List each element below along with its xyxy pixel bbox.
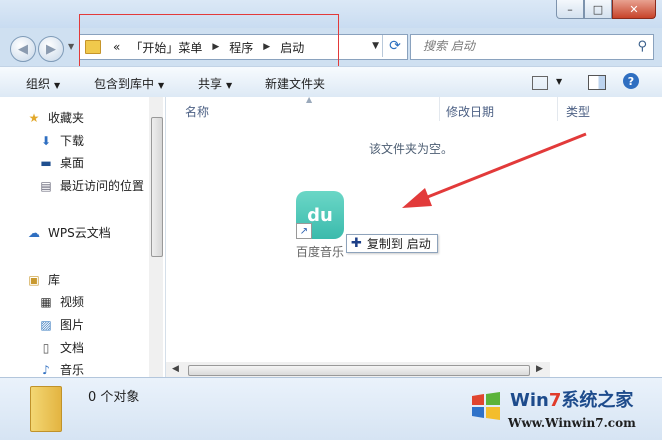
download-folder-icon: ⬇ — [40, 133, 52, 148]
navigation-bar: ◀ ▶ ▼ « 「开始」菜单 ▶ 程序 ▶ 启动 ▼ ⟳ ⚲ — [0, 28, 662, 62]
sidebar-item-videos[interactable]: ▦ 视频 — [38, 293, 84, 310]
breadcrumb-start-menu[interactable]: 「开始」菜单 — [130, 39, 202, 56]
minimize-button[interactable]: – — [556, 0, 584, 19]
address-history-dropdown[interactable]: ▼ — [372, 41, 379, 51]
preview-pane-icon[interactable] — [588, 75, 606, 90]
forward-button[interactable]: ▶ — [38, 36, 64, 62]
folder-icon — [85, 40, 101, 54]
folder-icon — [30, 386, 62, 432]
view-options-dropdown[interactable]: ▼ — [556, 77, 562, 86]
sidebar-item-pictures[interactable]: ▨ 图片 — [38, 316, 84, 333]
plus-icon: ✚ — [351, 236, 362, 251]
sidebar-item-libraries[interactable]: ▣ 库 — [26, 271, 60, 288]
sidebar-scrollbar-thumb[interactable] — [151, 117, 163, 257]
shortcut-arrow-icon: ↗ — [296, 223, 312, 239]
sidebar-item-music[interactable]: ♪ 音乐 — [38, 361, 84, 378]
chevron-down-icon: ▼ — [226, 81, 233, 90]
sidebar-item-recent-places[interactable]: ▤ 最近访问的位置 — [38, 177, 144, 194]
breadcrumb-separator-icon[interactable]: ▶ — [263, 42, 270, 52]
column-header-date-modified[interactable]: 修改日期 — [446, 103, 494, 120]
maximize-button[interactable]: □ — [584, 0, 612, 19]
new-folder-button[interactable]: 新建文件夹 — [265, 75, 325, 92]
recent-pages-dropdown[interactable]: ▼ — [68, 42, 74, 51]
sidebar-item-documents[interactable]: ▯ 文档 — [38, 339, 84, 356]
sidebar-item-favorites[interactable]: ★ 收藏夹 — [26, 109, 84, 126]
horizontal-scrollbar-thumb[interactable] — [188, 365, 530, 376]
watermark-url: Www.Winwin7.com — [508, 416, 636, 430]
scroll-right-icon[interactable]: ▶ — [536, 364, 543, 374]
sidebar-item-wps-cloud[interactable]: ☁ WPS云文档 — [26, 224, 111, 241]
search-icon[interactable]: ⚲ — [637, 39, 647, 54]
help-icon[interactable]: ? — [623, 73, 639, 89]
chevron-down-icon: ▼ — [158, 81, 165, 90]
address-overflow-chevron[interactable]: « — [113, 40, 120, 54]
sidebar-scrollbar[interactable] — [149, 97, 163, 377]
star-icon: ★ — [28, 110, 40, 125]
empty-folder-message: 该文件夹为空。 — [369, 142, 454, 156]
sort-indicator-icon: ▲ — [306, 95, 313, 104]
column-header-type[interactable]: 类型 — [566, 103, 590, 120]
title-bar: – □ ✕ — [0, 0, 662, 28]
chevron-down-icon: ▼ — [54, 81, 61, 90]
organize-menu[interactable]: 组织 ▼ — [26, 75, 60, 92]
search-box: ⚲ — [410, 34, 654, 60]
column-divider[interactable] — [557, 97, 558, 121]
column-divider[interactable] — [439, 97, 440, 121]
library-icon: ▣ — [28, 272, 40, 287]
command-bar: 组织 ▼ 包含到库中 ▼ 共享 ▼ 新建文件夹 ▼ ? — [0, 66, 662, 98]
view-options-icon[interactable] — [532, 76, 548, 90]
video-icon: ▦ — [40, 294, 52, 309]
music-icon: ♪ — [42, 362, 50, 377]
dragged-item-label: 百度音乐 — [296, 245, 345, 259]
details-pane: 0 个对象 Win7系统之家 Www.Winwin7.com — [0, 377, 662, 440]
cloud-icon: ☁ — [28, 225, 40, 240]
forward-arrow-icon: ▶ — [46, 41, 56, 57]
column-header-name[interactable]: 名称 — [185, 103, 209, 120]
refresh-icon: ⟳ — [389, 38, 401, 54]
window-controls: – □ ✕ — [556, 0, 656, 19]
picture-icon: ▨ — [40, 317, 52, 332]
windows-logo-icon — [472, 392, 500, 420]
watermark-title: Win7系统之家 — [510, 390, 634, 411]
item-count: 0 个对象 — [88, 390, 140, 405]
include-in-library-menu[interactable]: 包含到库中 ▼ — [94, 75, 164, 92]
share-menu[interactable]: 共享 ▼ — [198, 75, 232, 92]
scroll-left-icon[interactable]: ◀ — [172, 364, 179, 374]
document-icon: ▯ — [42, 340, 50, 355]
close-button[interactable]: ✕ — [612, 0, 656, 19]
copy-to-tooltip: ✚ 复制到 启动 — [346, 234, 438, 253]
address-bar[interactable]: « 「开始」菜单 ▶ 程序 ▶ 启动 ▼ ⟳ — [79, 34, 408, 60]
watermark: Win7系统之家 Www.Winwin7.com — [462, 382, 658, 438]
recent-places-icon: ▤ — [40, 178, 52, 193]
breadcrumb-separator-icon[interactable]: ▶ — [212, 42, 219, 52]
sidebar-item-downloads[interactable]: ⬇ 下载 — [38, 132, 84, 149]
file-list[interactable]: ▲ 名称 修改日期 类型 该文件夹为空。 du ↗ 百度音乐 ✚ 复制到 启动 ◀… — [166, 95, 662, 378]
breadcrumb-programs[interactable]: 程序 — [229, 39, 253, 56]
back-arrow-icon: ◀ — [18, 41, 28, 57]
horizontal-scrollbar[interactable]: ◀ ▶ — [166, 362, 550, 378]
sidebar-item-desktop[interactable]: ▬ 桌面 — [38, 154, 84, 171]
search-input[interactable] — [421, 38, 625, 54]
refresh-button[interactable]: ⟳ — [382, 35, 407, 57]
navigation-pane: ★ 收藏夹 ⬇ 下载 ▬ 桌面 ▤ 最近访问的位置 ☁ WPS云文档 ▣ 库 ▦ 视频 ▨ 图片… — [0, 97, 166, 377]
desktop-icon: ▬ — [40, 155, 52, 170]
back-button[interactable]: ◀ — [10, 36, 36, 62]
breadcrumb-startup[interactable]: 启动 — [280, 39, 304, 56]
